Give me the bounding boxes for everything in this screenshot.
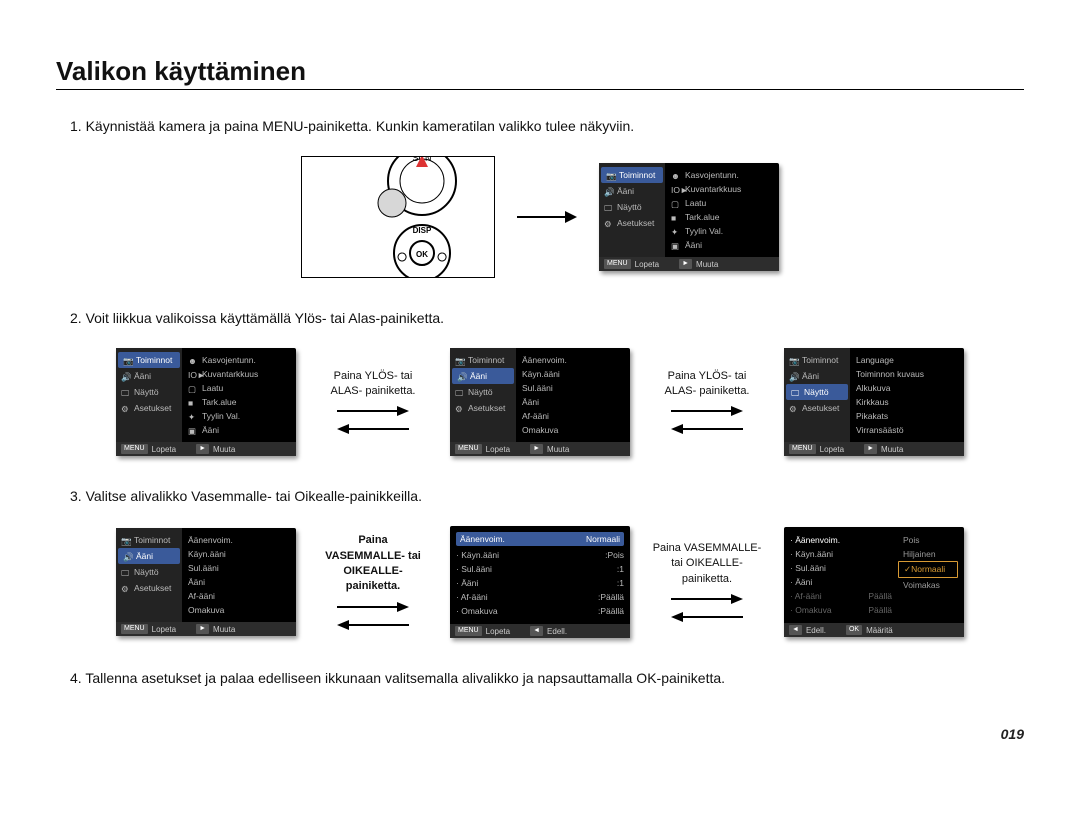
list-item: IO►Kuvantarkkuus	[671, 182, 773, 196]
camera-icon: 📷	[606, 171, 615, 180]
list-item: ▢Laatu	[671, 196, 773, 210]
option-hiljainen: Hiljainen	[898, 547, 958, 561]
arrow-bidir: Paina YLÖS- tai ALAS- painiketta.	[318, 369, 428, 436]
step-1: 1. Käynnistää kamera ja paina MENU-paini…	[56, 118, 1024, 134]
play-key-icon: ►	[679, 259, 692, 269]
option-pois: Pois	[898, 533, 958, 547]
step3-illustration: 📷Toiminnot 🔊Ääni 🖵Näyttö ⚙Asetukset Ääne…	[56, 526, 1024, 638]
step-2: 2. Voit liikkua valikoissa käyttämällä Y…	[56, 310, 1024, 326]
arrow-bidir: Paina VASEMMALLE- tai OIKEALLE- painiket…	[318, 533, 428, 631]
menu-screen-3a: 📷Toiminnot 🔊Ääni 🖵Näyttö ⚙Asetukset Ääne…	[116, 528, 296, 636]
step-3: 3. Valitse alivalikko Vasemmalle- tai Oi…	[56, 488, 1024, 504]
speaker-icon: 🔊	[604, 187, 613, 196]
step1-illustration: SCN DISP OK 📷Toiminnot 🔊Ääni 🖵N	[56, 156, 1024, 278]
arrow-bidir: Paina VASEMMALLE- tai OIKEALLE- painiket…	[652, 541, 762, 623]
menu-key-icon: MENU	[604, 259, 631, 269]
caption-ylos: Paina YLÖS- tai ALAS- painiketta.	[318, 369, 428, 400]
caption-ylos: Paina YLÖS- tai ALAS- painiketta.	[652, 369, 762, 400]
list-item: ■Tark.alue	[671, 210, 773, 224]
gear-icon: ⚙	[604, 219, 613, 228]
style-icon: ✦	[671, 227, 680, 236]
display-icon: 🖵	[604, 203, 613, 212]
page-title: Valikon käyttäminen	[56, 56, 1024, 87]
caption-vasen: Paina VASEMMALLE- tai OIKEALLE- painiket…	[652, 541, 762, 587]
caption-vasen-bold: Paina VASEMMALLE- tai OIKEALLE- painiket…	[318, 533, 428, 595]
option-voimakas: Voimakas	[898, 578, 958, 592]
step-4: 4. Tallenna asetukset ja palaa edellisee…	[56, 670, 1024, 686]
list-item: ☻Kasvojentunn.	[671, 168, 773, 182]
option-normaali: ✓Normaali	[898, 561, 958, 578]
list-item: ▣Ääni	[671, 238, 773, 252]
face-icon: ☻	[671, 171, 680, 180]
menu-screen-a: 📷Toiminnot 🔊Ääni 🖵Näyttö ⚙Asetukset ☻Kas…	[116, 348, 296, 456]
tab-asetukset: ⚙Asetukset	[599, 215, 665, 231]
size-icon: IO►	[671, 185, 680, 194]
tab-naytto: 🖵Näyttö	[599, 199, 665, 215]
menu-screen-3b: Äänenvoim.Normaali · Käyn.ääni:Pois · Su…	[450, 526, 630, 638]
tab-aani: 🔊Ääni	[599, 183, 665, 199]
menu-screen-b: 📷Toiminnot 🔊Ääni 🖵Näyttö ⚙Asetukset Ääne…	[450, 348, 630, 456]
title-underline	[56, 89, 1024, 90]
menu-screen-toiminnot: 📷Toiminnot 🔊Ääni 🖵Näyttö ⚙Asetukset ☻Kas…	[599, 163, 779, 271]
arrow-bidir: Paina YLÖS- tai ALAS- painiketta.	[652, 369, 762, 436]
svg-text:OK: OK	[416, 250, 428, 259]
page-number: 019	[56, 726, 1024, 742]
tab-toiminnot: 📷Toiminnot	[601, 167, 663, 183]
quality-icon: ▢	[671, 199, 680, 208]
arrow-right-icon	[517, 208, 577, 226]
menu-screen-3c: · Äänenvoim. · Käyn.ääni · Sul.ääni · Ää…	[784, 527, 964, 637]
sound-icon: ▣	[671, 241, 680, 250]
svg-text:DISP: DISP	[413, 226, 432, 235]
focus-icon: ■	[671, 213, 680, 222]
menu-screen-c: 📷Toiminnot 🔊Ääni 🖵Näyttö ⚙Asetukset Lang…	[784, 348, 964, 456]
step2-illustration: 📷Toiminnot 🔊Ääni 🖵Näyttö ⚙Asetukset ☻Kas…	[56, 348, 1024, 456]
camera-illustration: SCN DISP OK	[301, 156, 495, 278]
list-item: ✦Tyylin Val.	[671, 224, 773, 238]
